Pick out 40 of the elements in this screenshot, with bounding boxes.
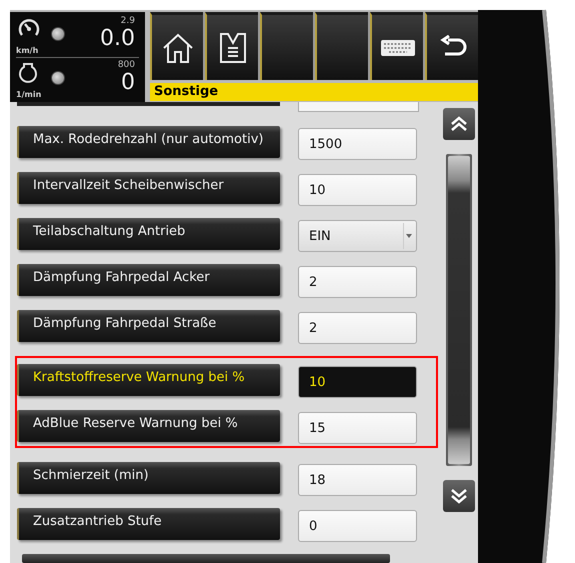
setting-label[interactable]: Zusatzantrieb Stufe bbox=[17, 508, 280, 540]
value-field[interactable]: 15 bbox=[298, 412, 417, 444]
setpoint-value: 800 bbox=[118, 60, 135, 70]
unit-label: km/h bbox=[16, 46, 38, 55]
gauge-value: 0.0 bbox=[100, 26, 135, 51]
setting-label[interactable]: Intervallzeit Scheibenwischer bbox=[17, 172, 280, 204]
setting-label[interactable]: Teilabschaltung Antrieb bbox=[17, 218, 280, 250]
setpoint-value: 2.9 bbox=[120, 16, 135, 26]
page-title: Sonstige bbox=[150, 83, 478, 101]
setting-label[interactable]: AdBlue Reserve Warnung bei % bbox=[17, 410, 280, 442]
dropdown-field[interactable]: EIN bbox=[298, 220, 417, 252]
indicator-lamp bbox=[51, 27, 65, 41]
keyboard-icon bbox=[380, 38, 416, 56]
toolbar-button[interactable] bbox=[150, 12, 203, 80]
menu-letter-icon bbox=[218, 30, 246, 64]
toolbar-button[interactable] bbox=[205, 12, 258, 80]
scroll-down-icon[interactable] bbox=[450, 488, 468, 504]
indicator-lamp bbox=[51, 71, 65, 86]
value-field[interactable]: 2 bbox=[298, 312, 417, 344]
value-field[interactable]: 10 bbox=[298, 174, 417, 206]
toolbar-button[interactable] bbox=[315, 12, 368, 80]
value-field[interactable]: 1500 bbox=[298, 128, 417, 160]
setting-label[interactable]: Dämpfung Fahrpedal Acker bbox=[17, 264, 280, 296]
engine-icon bbox=[18, 62, 38, 84]
toolbar-button[interactable] bbox=[425, 12, 478, 80]
caret-icon bbox=[406, 234, 412, 238]
gauge-value: 0 bbox=[121, 70, 135, 96]
setting-label[interactable]: Max. Rodedrehzahl (nur automotiv) bbox=[17, 126, 280, 158]
value-field[interactable]: 18 bbox=[298, 464, 417, 496]
speedometer-icon bbox=[18, 18, 40, 38]
toolbar-button[interactable] bbox=[370, 12, 423, 80]
value-field[interactable]: 10 bbox=[298, 366, 417, 398]
unit-label: 1/min bbox=[16, 90, 42, 99]
scroll-up-icon[interactable] bbox=[450, 116, 468, 132]
value-field[interactable]: 0 bbox=[298, 510, 417, 542]
setting-label[interactable]: Schmierzeit (min) bbox=[17, 462, 280, 494]
value-field[interactable]: 2 bbox=[298, 266, 417, 298]
setting-label[interactable]: Kraftstoffreserve Warnung bei % bbox=[17, 364, 280, 396]
setting-label[interactable]: Dämpfung Fahrpedal Straße bbox=[17, 310, 280, 342]
toolbar-button[interactable] bbox=[260, 12, 313, 80]
